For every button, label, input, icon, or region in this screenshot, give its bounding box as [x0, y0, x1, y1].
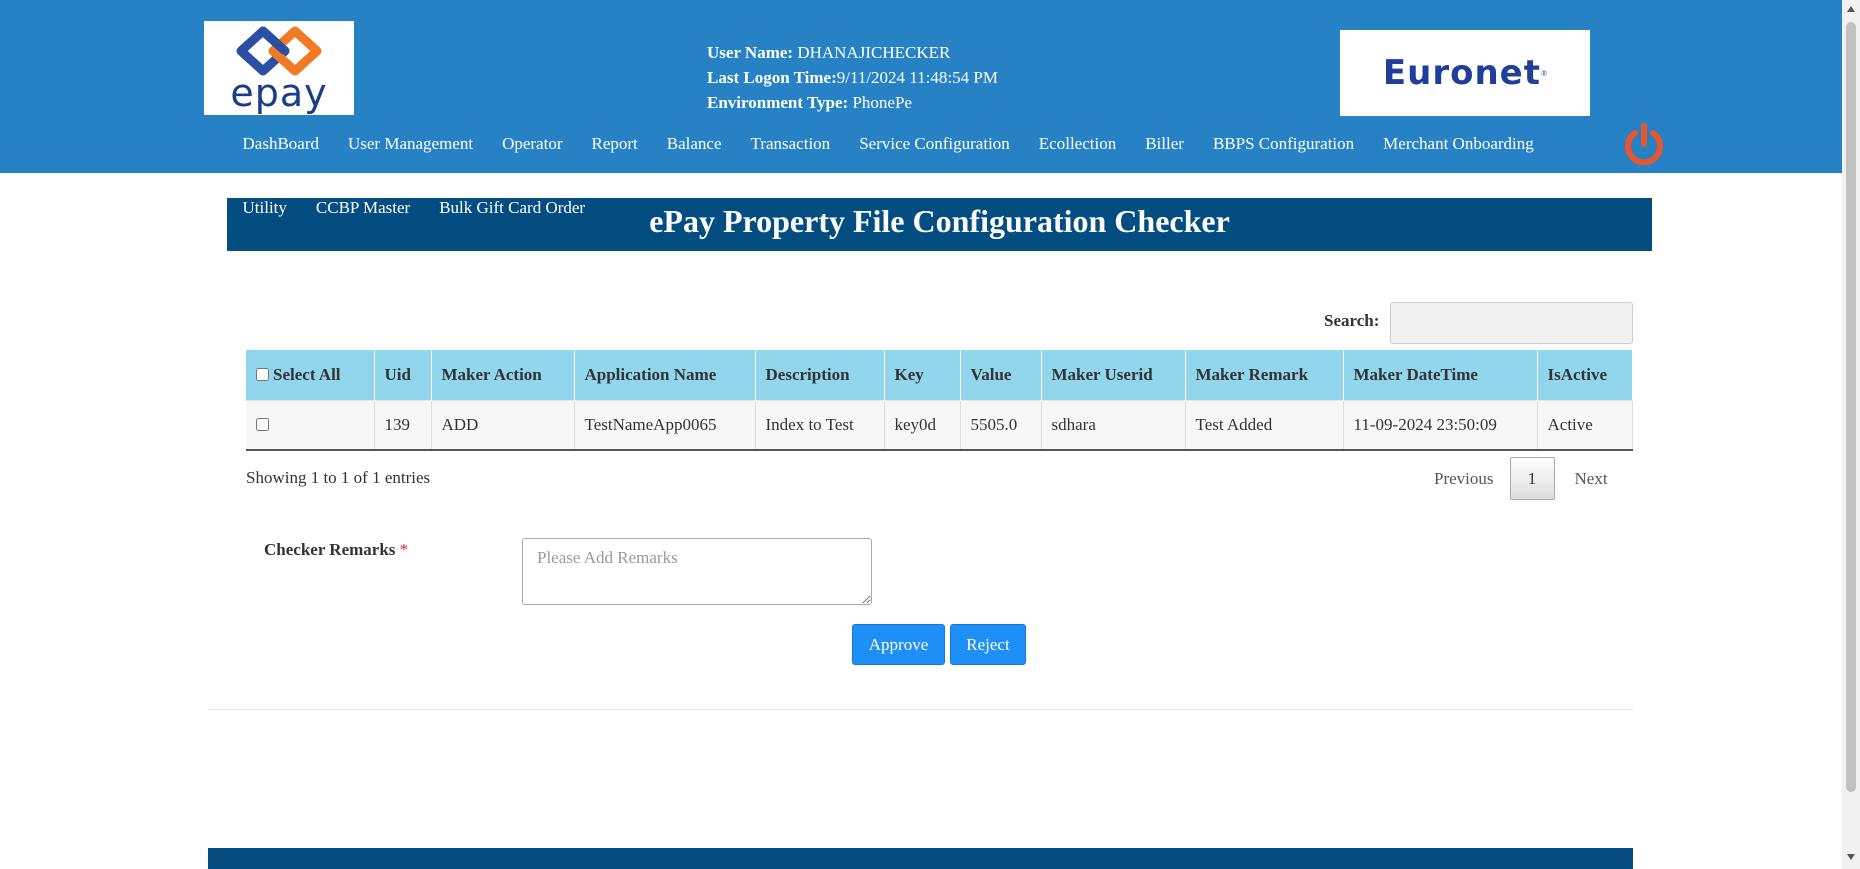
- last-logon-line: Last Logon Time:9/11/2024 11:48:54 PM: [707, 65, 998, 90]
- euronet-logo-mark: ®: [1541, 68, 1548, 78]
- row-checkbox[interactable]: [256, 417, 269, 431]
- scroll-thumb[interactable]: [1846, 22, 1856, 792]
- last-logon-value: 9/11/2024 11:48:54 PM: [836, 68, 998, 87]
- cell-maker-remark: Test Added: [1185, 399, 1344, 450]
- search-label: Search:: [1324, 311, 1380, 330]
- nav-item-bbps-configuration[interactable]: BBPS Configuration: [1198, 134, 1368, 154]
- select-all-checkbox[interactable]: [256, 367, 269, 381]
- user-name-line: User Name: DHANAJICHECKER: [707, 40, 998, 65]
- app-header: epay User Name: DHANAJICHECKER Last Logo…: [0, 0, 1842, 173]
- environment-label: Environment Type:: [707, 93, 849, 112]
- maker-records-table: Select All Uid Maker Action Application …: [246, 350, 1633, 451]
- cell-description: Index to Test: [755, 399, 885, 450]
- table-header-row: Select All Uid Maker Action Application …: [246, 350, 1633, 400]
- required-mark: *: [399, 540, 409, 559]
- checker-remarks-label: Checker Remarks *: [264, 540, 408, 560]
- column-header-value[interactable]: Value: [960, 350, 1042, 400]
- divider: [208, 709, 1633, 710]
- nav-item-report[interactable]: Report: [577, 134, 652, 154]
- epay-logo-mark-icon: [236, 26, 322, 76]
- column-header-maker-action[interactable]: Maker Action: [431, 350, 575, 400]
- pagination: Previous 1 Next: [1418, 457, 1624, 500]
- page-scrollbar[interactable]: [1842, 0, 1860, 869]
- user-name-value: DHANAJICHECKER: [793, 43, 951, 62]
- nav-item-biller[interactable]: Biller: [1131, 134, 1199, 154]
- environment-line: Environment Type: PhonePe: [707, 90, 998, 115]
- power-icon[interactable]: [1622, 120, 1666, 168]
- nav-item-ecollection[interactable]: Ecollection: [1024, 134, 1130, 154]
- cell-select: [246, 399, 375, 450]
- nav-item-balance[interactable]: Balance: [652, 134, 736, 154]
- user-info: User Name: DHANAJICHECKER Last Logon Tim…: [707, 40, 998, 115]
- cell-uid: 139: [374, 399, 432, 450]
- euronet-logo-text: Euronet: [1382, 53, 1541, 93]
- nav-item-transaction[interactable]: Transaction: [736, 134, 845, 154]
- column-header-maker-userid[interactable]: Maker Userid: [1041, 350, 1186, 400]
- nav-item-service-configuration[interactable]: Service Configuration: [845, 134, 1025, 154]
- reject-button[interactable]: Reject: [950, 624, 1026, 665]
- epay-logo: epay: [204, 21, 354, 115]
- scroll-up-arrow-icon[interactable]: [1847, 6, 1855, 12]
- column-header-select-all: Select All: [246, 350, 375, 400]
- user-name-label: User Name:: [707, 43, 794, 62]
- epay-logo-text: epay: [230, 71, 328, 115]
- last-logon-label: Last Logon Time:: [707, 68, 837, 87]
- cell-maker-action: ADD: [431, 399, 575, 450]
- cell-application-name: TestNameApp0065: [574, 399, 756, 450]
- checker-remarks-label-text: Checker Remarks: [264, 540, 396, 559]
- cell-maker-datetime: 11-09-2024 23:50:09: [1343, 399, 1538, 450]
- footer-bar: [208, 848, 1633, 869]
- cell-maker-userid: sdhara: [1041, 399, 1186, 450]
- nav-item-user-management[interactable]: User Management: [333, 134, 487, 154]
- nav-item-dashboard[interactable]: DashBoard: [228, 134, 333, 154]
- environment-value: PhonePe: [848, 93, 912, 112]
- search-input[interactable]: [1390, 302, 1633, 344]
- column-header-maker-remark[interactable]: Maker Remark: [1185, 350, 1344, 400]
- column-header-maker-datetime[interactable]: Maker DateTime: [1343, 350, 1538, 400]
- approve-button[interactable]: Approve: [852, 624, 945, 665]
- next-page-button[interactable]: Next: [1555, 469, 1624, 489]
- column-header-isactive[interactable]: IsActive: [1537, 350, 1633, 400]
- nav-item-operator[interactable]: Operator: [488, 134, 577, 154]
- column-header-application-name[interactable]: Application Name: [574, 350, 756, 400]
- cell-key: key0d: [884, 399, 961, 450]
- nav-item-merchant-onboarding[interactable]: Merchant Onboarding: [1369, 134, 1549, 154]
- cell-value: 5505.0: [960, 399, 1042, 450]
- euronet-logo: Euronet ®: [1340, 30, 1590, 116]
- previous-page-button[interactable]: Previous: [1418, 469, 1510, 489]
- select-all-label: Select All: [273, 364, 341, 384]
- column-header-uid[interactable]: Uid: [374, 350, 432, 400]
- checker-remarks-input[interactable]: [522, 538, 872, 605]
- column-header-key[interactable]: Key: [884, 350, 961, 400]
- scroll-down-arrow-icon[interactable]: [1847, 854, 1855, 860]
- table-row: 139 ADD TestNameApp0065 Index to Test ke…: [246, 399, 1633, 450]
- main-nav: DashBoard User Management Operator Repor…: [228, 134, 1548, 154]
- entries-info: Showing 1 to 1 of 1 entries: [246, 468, 431, 487]
- page-title: ePay Property File Configuration Checker: [649, 203, 1230, 239]
- column-header-description[interactable]: Description: [755, 350, 885, 400]
- page-1-button[interactable]: 1: [1509, 457, 1555, 500]
- cell-isactive: Active: [1537, 399, 1633, 450]
